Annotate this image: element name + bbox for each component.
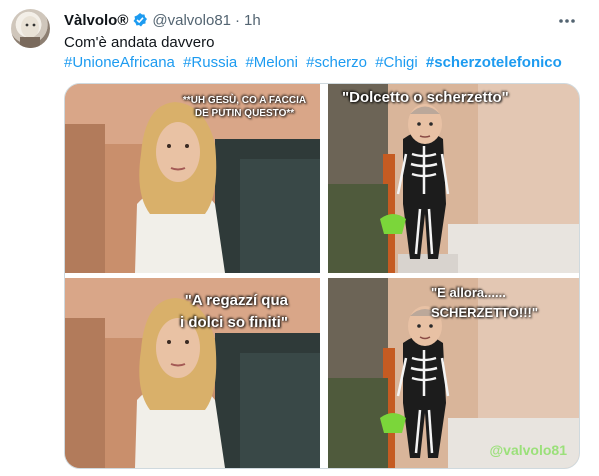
meme-caption-line: "E allora......	[431, 285, 506, 300]
meme-panel-1: **UH GESÙ, CO A FACCIA DE PUTIN QUESTO**	[65, 84, 320, 273]
hashtag-link[interactable]: #UnioneAfricana	[64, 54, 175, 71]
tweet-text: Com'è andata davvero	[64, 34, 215, 51]
tweet-media-meme[interactable]: **UH GESÙ, CO A FACCIA DE PUTIN QUESTO**	[64, 83, 580, 469]
hashtag-link-bold[interactable]: #scherzotelefonico	[426, 54, 562, 71]
verified-badge-icon	[132, 12, 148, 28]
timestamp[interactable]: 1h	[244, 12, 261, 29]
meme-panel-4: "E allora...... SCHERZETTO!!!" @valvolo8…	[328, 278, 579, 468]
hashtag-link[interactable]: #Russia	[183, 54, 237, 71]
meme-caption: **UH GESÙ, CO A FACCIA DE PUTIN QUESTO**	[182, 95, 307, 119]
meme-caption-line: SCHERZETTO!!!"	[431, 305, 539, 320]
separator-dot: ·	[235, 11, 241, 29]
hashtag-link[interactable]: #scherzo	[306, 54, 367, 71]
meme-panel-2: "Dolcetto o scherzetto"	[328, 84, 579, 273]
hashtag-link[interactable]: #Chigi	[375, 54, 418, 71]
meme-panel-3: "A regazzí qua i dolci so finiti"	[65, 278, 320, 468]
skeleton-costume-photo-1	[328, 84, 579, 273]
meme-caption-line: i dolci so finiti"	[180, 314, 288, 331]
tweet-header: Vàlvolo® @valvolo81 · 1h	[64, 10, 261, 30]
user-handle[interactable]: @valvolo81	[152, 12, 231, 29]
meme-caption: "E allora...... SCHERZETTO!!!"	[431, 283, 538, 323]
avatar[interactable]	[11, 9, 50, 48]
meme-caption: "A regazzí qua i dolci so finiti"	[180, 290, 288, 334]
more-options-icon[interactable]	[557, 13, 577, 29]
display-name[interactable]: Vàlvolo®	[64, 12, 128, 29]
meme-caption: "Dolcetto o scherzetto"	[342, 89, 509, 106]
hashtag-line: #UnioneAfricana #Russia #Meloni #scherzo…	[64, 53, 566, 73]
watermark: @valvolo81	[489, 442, 567, 458]
hashtag-link[interactable]: #Meloni	[245, 54, 298, 71]
meme-caption-line: "A regazzí qua	[184, 292, 288, 309]
